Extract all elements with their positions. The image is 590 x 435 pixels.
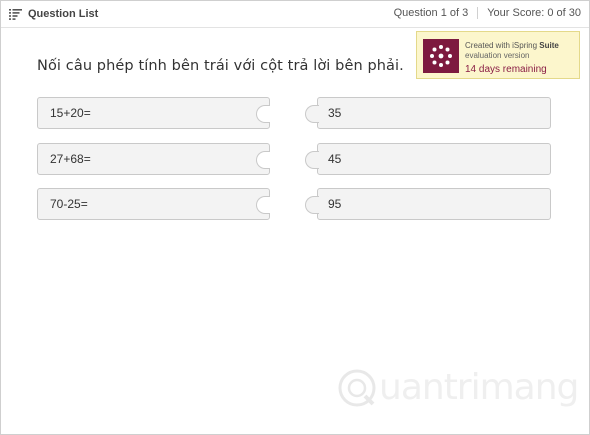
- question-list-label: Question List: [28, 8, 99, 20]
- puzzle-tab: [305, 105, 319, 123]
- ispring-burst-icon: [430, 45, 452, 67]
- question-list-button[interactable]: Question List: [9, 6, 98, 22]
- question-info: Question 1 of 3 Your Score: 0 of 30: [394, 7, 581, 19]
- separator: [477, 7, 479, 19]
- right-item-1[interactable]: 35: [305, 97, 551, 129]
- left-item-label: 27+68=: [50, 152, 91, 166]
- watermark: uantrimang: [337, 367, 579, 408]
- left-item-1[interactable]: 15+20=: [37, 97, 270, 129]
- watermark-logo-icon: [338, 369, 376, 406]
- right-item-2[interactable]: 45: [305, 143, 551, 175]
- banner-created-line: Created with iSpring Suite: [465, 41, 559, 50]
- list-icon: [9, 8, 22, 20]
- right-item-label: 35: [328, 106, 342, 120]
- puzzle-notch: [256, 105, 270, 123]
- puzzle-notch: [256, 196, 270, 214]
- puzzle-tab: [305, 196, 319, 214]
- question-text: Nối câu phép tính bên trái với cột trả l…: [37, 58, 404, 74]
- puzzle-tab: [305, 151, 319, 169]
- score-text: Your Score: 0 of 30: [487, 7, 581, 19]
- banner-days-remaining: 14 days remaining: [465, 64, 547, 75]
- top-bar: Question List Question 1 of 3 Your Score…: [1, 1, 589, 28]
- left-item-label: 70-25=: [50, 197, 88, 211]
- ispring-logo: [423, 39, 459, 73]
- right-item-3[interactable]: 95: [305, 188, 551, 220]
- quiz-frame: Question List Question 1 of 3 Your Score…: [0, 0, 590, 435]
- question-counter: Question 1 of 3: [393, 7, 469, 19]
- banner-evaluation-line: evaluation version: [465, 51, 530, 60]
- left-item-label: 15+20=: [50, 106, 91, 120]
- right-item-label: 45: [328, 152, 342, 166]
- puzzle-notch: [256, 151, 270, 169]
- left-item-2[interactable]: 27+68=: [37, 143, 270, 175]
- evaluation-banner: Created with iSpring Suite evaluation ve…: [416, 31, 580, 79]
- watermark-text: uantrimang: [379, 367, 579, 408]
- left-item-3[interactable]: 70-25=: [37, 188, 270, 220]
- right-item-label: 95: [328, 197, 342, 211]
